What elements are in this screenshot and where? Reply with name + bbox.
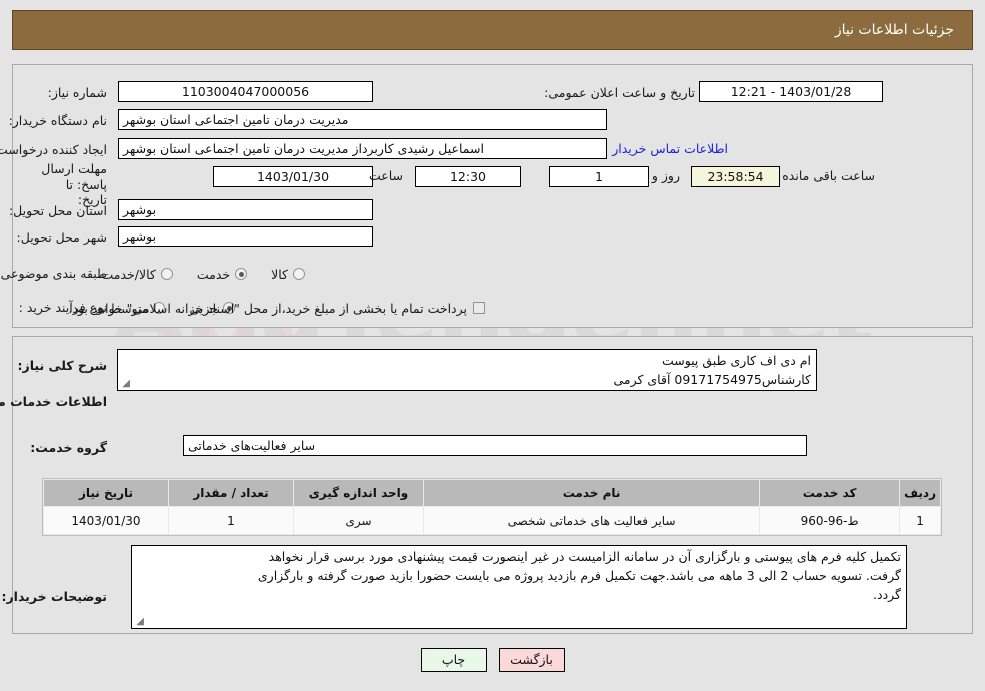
buyer-org-label-wrap: نام دستگاه خریدار: [9,110,107,132]
category-option-khedmat[interactable]: خدمت [196,266,248,282]
buyer-notes-line-3: گردد. [873,586,901,602]
cell-unit: سری [293,506,424,535]
treasury-bond-checkbox-row[interactable]: پرداخت تمام یا بخشی از مبلغ خرید،از محل … [68,297,485,319]
service-group-value[interactable]: سایر فعالیت‌های خدماتی [183,435,807,456]
deadline-hour-label: ساعت [368,168,403,183]
service-group-label: گروه خدمت: [30,440,107,456]
buyer-notes-textarea[interactable]: تکمیل کلیه فرم های پیوستی و بارگزاری آن … [131,545,907,629]
section-title-wrap: اطلاعات خدمات مورد نیاز [0,391,107,413]
announce-label-wrap: تاریخ و ساعت اعلان عمومی: [544,82,695,104]
province-label: استان محل تحویل: [8,203,107,219]
buyer-notes-line-2: گرفت. تسویه حساب 2 الی 3 ماهه می باشد.جه… [257,567,901,583]
deadline-label-line1: مهلت ارسال پاسخ: تا [41,161,107,192]
announce-date-label: تاریخ و ساعت اعلان عمومی: [544,85,695,101]
print-button[interactable]: چاپ [420,648,487,672]
category-option-kala-label: کالا [271,266,288,282]
summary-line-2: کارشناس09171754975 آقای کرمی [613,371,811,387]
cell-code: ط-96-960 [759,506,901,535]
need-number-label-wrap: شماره نیاز: [12,82,107,104]
summary-label-wrap: شرح کلی نیاز: [18,355,107,377]
resize-grip-icon[interactable]: ◢ [120,379,130,389]
action-button-bar: بازگشت چاپ [0,648,985,672]
deadline-days-value[interactable]: 1 [549,166,649,187]
services-section-title: اطلاعات خدمات مورد نیاز [0,394,107,410]
category-option-khedmat-label: خدمت [196,266,231,282]
cell-date: 1403/01/30 [43,506,169,535]
radio-kala-icon[interactable] [293,268,305,280]
table-row[interactable]: 1 ط-96-960 سایر فعالیت های خدماتی شخصی س… [43,506,941,535]
col-name: نام خدمت [422,479,761,507]
buyer-org-value[interactable]: مدیریت درمان تامین اجتماعی استان بوشهر [118,109,607,130]
buyer-org-label: نام دستگاه خریدار: [8,113,107,129]
buyer-notes-line-1: تکمیل کلیه فرم های پیوستی و بارگزاری آن … [268,549,901,564]
province-label-wrap: استان محل تحویل: [9,200,107,222]
province-value[interactable]: بوشهر [118,199,373,220]
category-option-kala-khedmat[interactable]: کالا/خدمت [101,266,173,282]
need-number-label: شماره نیاز: [47,85,107,101]
requester-value[interactable]: اسماعیل رشیدی کاربرداز مدیریت درمان تامی… [118,138,607,159]
category-option-kala-khedmat-label: کالا/خدمت [101,266,156,282]
buyer-notes-label: توضیحات خریدار: [1,589,107,605]
announce-date-value[interactable]: 1403/01/28 - 12:21 [699,81,883,102]
deadline-countdown-label: ساعت باقی مانده [782,168,875,183]
treasury-bond-checkbox-icon[interactable] [473,302,485,314]
services-table-wrapper: ردیف کد خدمت نام خدمت واحد اندازه گیری ت… [42,478,942,536]
requester-label: ایجاد کننده درخواست: [0,142,107,158]
cell-radif: 1 [899,506,941,535]
table-header-row: ردیف کد خدمت نام خدمت واحد اندازه گیری ت… [43,479,941,507]
requester-label-wrap: ایجاد کننده درخواست: [0,139,107,161]
resize-grip-icon-notes[interactable]: ◢ [134,617,144,627]
deadline-countdown: 23:58:54 [691,166,780,187]
summary-label: شرح کلی نیاز: [17,358,107,374]
page-title-bar: جزئیات اطلاعات نیاز [12,10,973,50]
page-root: AriaTender.net جزئیات اطلاعات نیاز شماره… [0,0,985,691]
radio-khedmat-icon[interactable] [235,268,248,280]
page-title: جزئیات اطلاعات نیاز [834,22,954,38]
treasury-bond-checkbox-label: پرداخت تمام یا بخشی از مبلغ خرید،از محل … [68,300,467,316]
services-table: ردیف کد خدمت نام خدمت واحد اندازه گیری ت… [43,479,941,535]
category-label-wrap: طبقه بندی موضوعی: [0,263,107,285]
category-radio-row: کالا خدمت کالا/خدمت [101,263,305,285]
deadline-date-value[interactable]: 1403/01/30 [213,166,373,187]
col-radif: ردیف [899,479,941,507]
radio-kala-khedmat-icon[interactable] [160,268,173,280]
summary-textarea[interactable]: ام دی اف کاری طبق پیوست کارشناس091717549… [117,349,817,391]
buyer-contact-link[interactable]: اطلاعات تماس خریدار [612,141,728,156]
category-label: طبقه بندی موضوعی: [0,266,107,282]
cell-name: سایر فعالیت های خدماتی شخصی [422,506,761,535]
cell-qty: 1 [168,506,294,535]
city-label-wrap: شهر محل تحویل: [17,227,107,249]
need-info-panel [12,64,973,328]
city-label: شهر محل تحویل: [16,230,107,246]
col-unit: واحد اندازه گیری [293,479,424,507]
summary-line-1: ام دی اف کاری طبق پیوست [661,353,811,368]
service-group-label-wrap: گروه خدمت: [30,437,107,459]
category-option-kala[interactable]: کالا [271,267,305,282]
need-number-value[interactable]: 1103004047000056 [118,81,373,102]
deadline-days-label: روز و [651,168,680,183]
col-code: کد خدمت [759,479,901,507]
city-value[interactable]: بوشهر [118,226,373,247]
col-qty: تعداد / مقدار [168,479,294,507]
back-button[interactable]: بازگشت [498,648,565,672]
col-date: تاریخ نیاز [43,479,169,507]
deadline-hour-value[interactable]: 12:30 [415,166,521,187]
buyer-notes-label-wrap: توضیحات خریدار: [1,586,107,608]
